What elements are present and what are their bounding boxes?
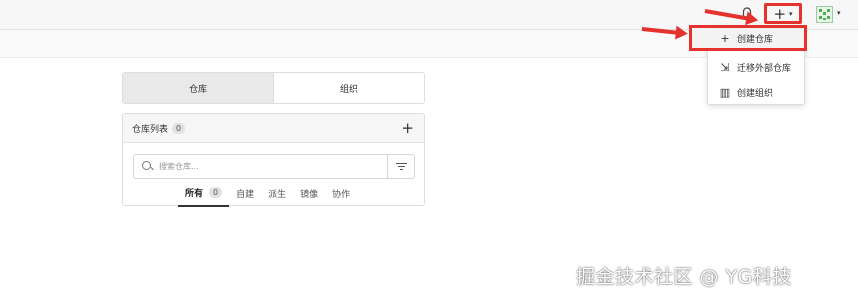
plus-icon: +	[720, 31, 730, 45]
menu-item-migrate-repo[interactable]: ⇲ 迁移外部仓库	[712, 57, 802, 77]
tab-organizations[interactable]: 组织	[274, 73, 424, 103]
avatar[interactable]	[816, 6, 833, 23]
filter-tab-count: 0	[209, 187, 223, 198]
repo-search-input[interactable]	[159, 162, 389, 171]
filter-tab-mirrors[interactable]: 镜像	[293, 182, 325, 207]
menu-item-create-repo[interactable]: + 创建仓库	[689, 25, 807, 51]
avatar-identicon-icon	[819, 9, 830, 20]
tab-repositories[interactable]: 仓库	[123, 73, 274, 103]
repo-list-header: 仓库列表 0 +	[123, 114, 424, 143]
chevron-down-icon: ▾	[789, 9, 793, 18]
menu-item-label: 创建仓库	[737, 34, 774, 45]
organization-icon: ▥	[719, 85, 731, 99]
filter-button[interactable]	[387, 155, 414, 178]
migrate-icon: ⇲	[720, 60, 730, 74]
menu-item-label: 创建组织	[737, 88, 774, 99]
search-icon	[142, 161, 153, 172]
filter-tab-forks[interactable]: 派生	[261, 182, 293, 207]
repo-list-title: 仓库列表	[132, 124, 169, 135]
filter-tab-all[interactable]: 所有 0	[178, 182, 230, 207]
watermark: 掘金技术社区 @ YG科技	[576, 266, 792, 288]
repo-search-box	[133, 154, 415, 179]
create-dropdown-menu: + 创建仓库 ⇲ 迁移外部仓库 ▥ 创建组织	[689, 25, 807, 105]
repo-filter-tabs: 所有 0 自建 派生 镜像 协作	[178, 182, 357, 207]
repo-count-badge: 0	[172, 122, 186, 134]
filter-tab-collaborative[interactable]: 协作	[325, 182, 357, 207]
plus-icon: +	[773, 4, 787, 23]
menu-item-label: 迁移外部仓库	[737, 63, 792, 74]
filter-icon	[395, 162, 407, 164]
filter-tab-owned[interactable]: 自建	[229, 182, 261, 207]
avatar-chevron-down-icon[interactable]: ▾	[837, 9, 841, 17]
repo-list-panel: 仓库列表 0 + 所有 0 自建 派生 镜像 协作	[122, 113, 425, 207]
create-menu-button[interactable]: + ▾	[764, 3, 802, 24]
filter-tab-label: 所有	[185, 189, 204, 199]
repo-org-switcher: 仓库 组织	[122, 72, 425, 104]
add-repo-button[interactable]: +	[401, 119, 414, 137]
menu-item-create-org[interactable]: ▥ 创建组织	[712, 82, 802, 102]
